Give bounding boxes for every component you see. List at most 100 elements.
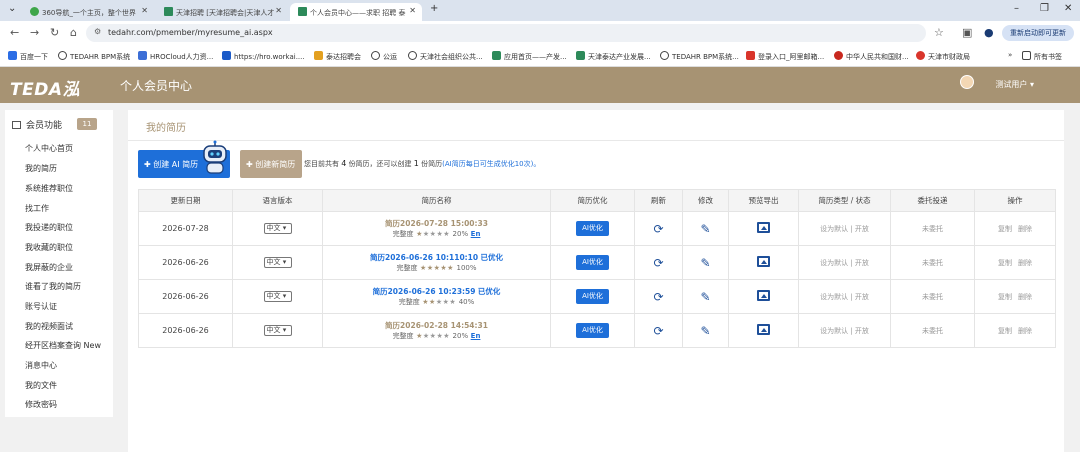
bookmark-item[interactable]: 中华人民共和国财...: [834, 51, 909, 62]
bookmark-item[interactable]: https://hro.workai....: [222, 51, 305, 61]
refresh-icon[interactable]: ⟳: [653, 222, 663, 236]
profile-icon[interactable]: ●: [984, 26, 994, 39]
sidebar-item-find-job[interactable]: 找工作: [25, 203, 49, 214]
sidebar-item-my-files[interactable]: 我的文件: [25, 380, 57, 391]
sidebar-item-blocked-companies[interactable]: 我屏蔽的企业: [25, 262, 73, 273]
image-preview-icon[interactable]: [757, 324, 770, 335]
tab-search-icon[interactable]: ⌄: [8, 3, 16, 14]
home-icon[interactable]: ⌂: [70, 26, 77, 39]
user-menu[interactable]: 测试用户 ▾: [995, 79, 1034, 90]
resume-name-link[interactable]: 简历2026-06-26 10:110:10: [370, 253, 478, 262]
teda-logo[interactable]: TEDA泓: [10, 75, 80, 100]
bookmark-item[interactable]: 天津市财政局: [916, 51, 970, 62]
sidebar-item-messages[interactable]: 消息中心: [25, 360, 57, 371]
sidebar-item-who-viewed[interactable]: 谁看了我的简历: [25, 281, 81, 292]
bookmark-item[interactable]: 登录入口_阿里邮箱...: [746, 51, 824, 62]
back-icon[interactable]: ←: [10, 26, 19, 39]
delegate-status[interactable]: 未委托: [890, 245, 975, 280]
bookmark-item[interactable]: 天津泰达产业发展...: [576, 51, 651, 62]
sidebar-item-change-password[interactable]: 修改密码: [25, 399, 57, 410]
browser-tab-3-active[interactable]: 个人会员中心——求职 招聘 泰 ✕: [290, 3, 422, 21]
avatar[interactable]: [960, 75, 974, 89]
ai-optimize-button[interactable]: AI优化: [576, 289, 609, 304]
resume-name-link[interactable]: 简历2026-06-26 10:23:59: [373, 287, 476, 296]
copy-link[interactable]: 复制: [998, 327, 1012, 335]
minimize-icon[interactable]: –: [1014, 3, 1019, 14]
bookmark-item[interactable]: 泰达招聘会: [314, 51, 361, 62]
bookmark-item[interactable]: 天津社会组织公共...: [408, 51, 483, 62]
refresh-icon[interactable]: ⟳: [653, 290, 663, 304]
english-version-link[interactable]: En: [471, 230, 481, 238]
delete-link[interactable]: 删除: [1018, 259, 1032, 267]
ai-optimize-button[interactable]: AI优化: [576, 221, 609, 236]
reload-icon[interactable]: ↻: [50, 26, 59, 39]
bookmark-item[interactable]: TEDAHR BPM系统...: [660, 51, 739, 62]
optimized-label: 已优化: [477, 286, 501, 296]
language-select[interactable]: 中文 ▾: [263, 223, 292, 234]
sidebar-item-saved-jobs[interactable]: 我收藏的职位: [25, 242, 73, 253]
more-bookmarks-icon[interactable]: »: [1008, 51, 1012, 59]
image-preview-icon[interactable]: [757, 290, 770, 301]
copy-link[interactable]: 复制: [998, 293, 1012, 301]
restore-icon[interactable]: ❐: [1040, 3, 1049, 14]
type-status[interactable]: 设为默认 | 开放: [798, 211, 891, 246]
url-bar[interactable]: ⚙ tedahr.com/pmember/myresume_ai.aspx: [86, 24, 926, 42]
ai-optimize-button[interactable]: AI优化: [576, 255, 609, 270]
bookmark-star-icon[interactable]: ☆: [934, 26, 944, 39]
sidebar-item-applied-jobs[interactable]: 我投递的职位: [25, 222, 73, 233]
edit-icon[interactable]: ✎: [700, 324, 710, 338]
sidebar-item-home[interactable]: 个人中心首页: [25, 143, 73, 154]
language-select[interactable]: 中文 ▾: [263, 257, 292, 268]
ops-cell: 复制 删除: [974, 313, 1056, 348]
close-tab-icon[interactable]: ✕: [409, 6, 416, 15]
sidepanel-icon[interactable]: ▣: [962, 26, 972, 39]
image-preview-icon[interactable]: [757, 222, 770, 233]
edit-icon[interactable]: ✎: [700, 222, 710, 236]
copy-link[interactable]: 复制: [998, 225, 1012, 233]
new-tab-button[interactable]: +: [430, 3, 438, 14]
all-bookmarks[interactable]: 所有书签: [1022, 51, 1062, 62]
bookmark-item[interactable]: 公运: [371, 51, 397, 62]
type-status[interactable]: 设为默认 | 开放: [798, 245, 891, 280]
ai-optimize-button[interactable]: AI优化: [576, 323, 609, 338]
bookmark-item[interactable]: 应用首页——产发...: [492, 51, 567, 62]
delegate-status[interactable]: 未委托: [890, 279, 975, 314]
sidebar-item-my-resume[interactable]: 我的简历: [25, 163, 57, 174]
refresh-icon[interactable]: ⟳: [653, 256, 663, 270]
restart-update-button[interactable]: 重新启动即可更新: [1002, 25, 1074, 41]
resume-name-link[interactable]: 简历2026-02-28 14:54:31: [385, 321, 488, 330]
delegate-status[interactable]: 未委托: [890, 313, 975, 348]
delete-link[interactable]: 删除: [1018, 225, 1032, 233]
close-tab-icon[interactable]: ✕: [141, 6, 148, 15]
delete-link[interactable]: 删除: [1018, 293, 1032, 301]
refresh-icon[interactable]: ⟳: [653, 324, 663, 338]
close-tab-icon[interactable]: ✕: [275, 6, 282, 15]
copy-link[interactable]: 复制: [998, 259, 1012, 267]
english-version-link[interactable]: En: [471, 332, 481, 340]
sidebar-item-verification[interactable]: 账号认证: [25, 301, 57, 312]
image-preview-icon[interactable]: [757, 256, 770, 267]
type-status[interactable]: 设为默认 | 开放: [798, 279, 891, 314]
site-info-icon[interactable]: ⚙: [94, 27, 101, 36]
bookmark-item[interactable]: TEDAHR BPM系统: [58, 51, 130, 62]
delete-link[interactable]: 删除: [1018, 327, 1032, 335]
delegate-status[interactable]: 未委托: [890, 211, 975, 246]
language-select[interactable]: 中文 ▾: [263, 291, 292, 302]
star-rating: ★★★★★: [422, 297, 457, 306]
close-window-icon[interactable]: ✕: [1064, 3, 1072, 14]
type-status[interactable]: 设为默认 | 开放: [798, 313, 891, 348]
sidebar-item-archive-query[interactable]: 经开区档案查询 New: [25, 340, 101, 351]
create-new-resume-button[interactable]: ✚ 创建新简历: [240, 150, 302, 178]
resume-name-link[interactable]: 简历2026-07-28 15:00:33: [385, 219, 488, 228]
browser-tab-1[interactable]: 360导航_一个主页，整个世界 ✕: [22, 3, 154, 21]
edit-icon[interactable]: ✎: [700, 290, 710, 304]
language-select[interactable]: 中文 ▾: [263, 325, 292, 336]
bookmark-item[interactable]: HROCloud人力资...: [138, 51, 213, 62]
browser-tab-2[interactable]: 天津招聘 [天津招聘会|天津人才 ✕: [156, 3, 288, 21]
sidebar-item-video-interview[interactable]: 我的视频面试: [25, 321, 73, 332]
bookmark-item[interactable]: 百度一下: [8, 51, 48, 62]
sidebar-item-recommended-jobs[interactable]: 系统推荐职位: [25, 183, 73, 194]
lang-cell: 中文 ▾: [232, 245, 323, 280]
edit-icon[interactable]: ✎: [700, 256, 710, 270]
forward-icon[interactable]: →: [30, 26, 39, 39]
